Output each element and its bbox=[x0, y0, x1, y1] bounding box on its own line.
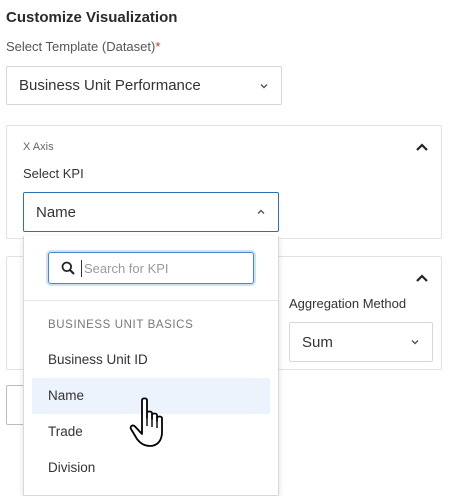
chevron-down-icon bbox=[411, 340, 419, 345]
aggregation-select-value: Sum bbox=[302, 333, 333, 351]
kpi-search-input[interactable] bbox=[81, 259, 246, 277]
chevron-up-icon[interactable] bbox=[415, 142, 429, 152]
kpi-dropdown-menu: BUSINESS UNIT BASICS Business Unit ID Na… bbox=[23, 236, 279, 496]
template-label: Select Template (Dataset)* bbox=[6, 39, 160, 54]
template-label-text: Select Template (Dataset) bbox=[6, 39, 156, 54]
kpi-search-box[interactable] bbox=[48, 252, 254, 284]
chevron-down-icon bbox=[260, 83, 268, 88]
search-icon bbox=[61, 261, 75, 275]
page-title: Customize Visualization bbox=[6, 9, 178, 26]
x-axis-caption: X Axis bbox=[23, 141, 54, 153]
template-select-value: Business Unit Performance bbox=[19, 77, 201, 94]
dropdown-group-header: BUSINESS UNIT BASICS bbox=[48, 319, 194, 331]
kpi-select[interactable]: Name bbox=[23, 192, 279, 232]
hand-pointer-icon bbox=[129, 397, 163, 447]
chevron-up-icon bbox=[257, 209, 265, 214]
required-mark: * bbox=[155, 39, 161, 54]
kpi-select-value: Name bbox=[36, 203, 77, 221]
dropdown-item[interactable]: Division bbox=[32, 450, 270, 486]
dropdown-divider bbox=[24, 300, 278, 301]
aggregation-label: Aggregation Method bbox=[289, 296, 407, 311]
aggregation-select[interactable]: Sum bbox=[289, 322, 433, 362]
template-select[interactable]: Business Unit Performance bbox=[6, 66, 282, 105]
chevron-up-icon[interactable] bbox=[415, 273, 429, 283]
kpi-label: Select KPI bbox=[23, 166, 84, 181]
dropdown-item[interactable]: Business Unit ID bbox=[32, 342, 270, 378]
